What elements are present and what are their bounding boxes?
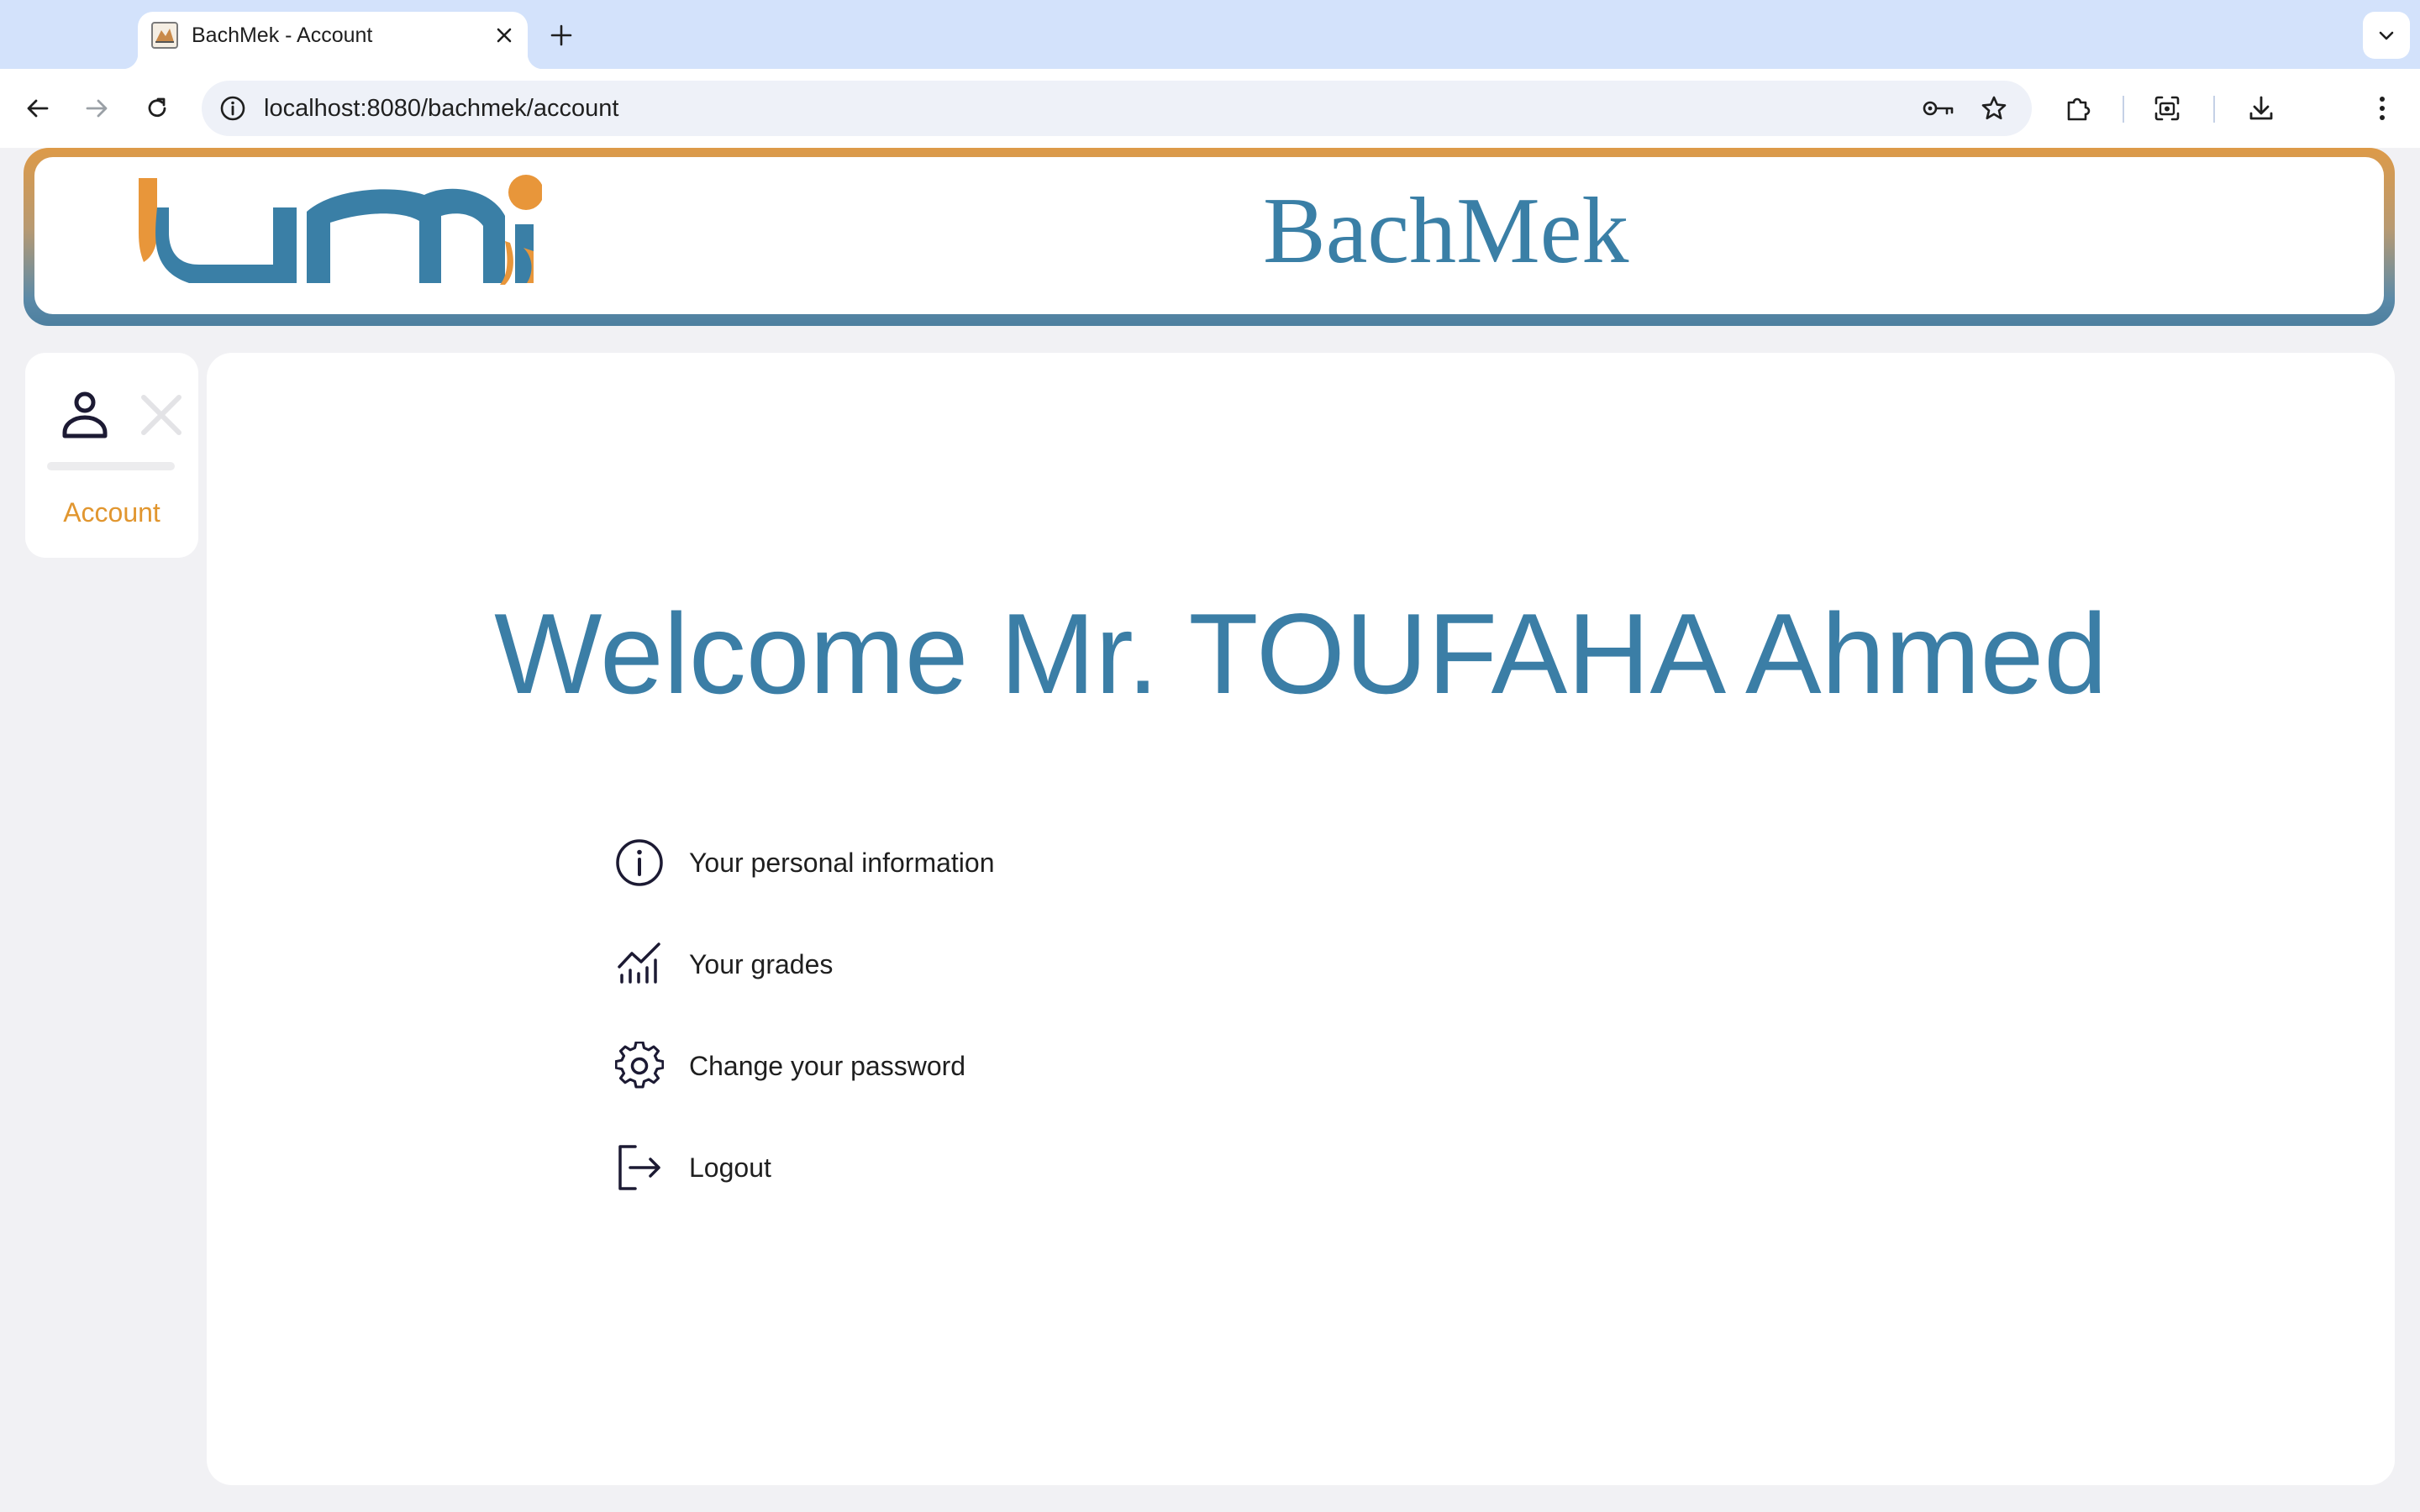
logout-icon (613, 1142, 666, 1194)
toolbar-divider (2123, 96, 2124, 123)
menu-label: Change your password (689, 1050, 966, 1081)
menu-label: Logout (689, 1152, 771, 1183)
extensions-icon[interactable] (2057, 87, 2099, 129)
gear-icon (613, 1040, 666, 1092)
reload-icon[interactable] (136, 87, 178, 129)
menu-item-personal-information[interactable]: Your personal information (613, 833, 994, 892)
browser-tab[interactable]: BachMek - Account (123, 12, 543, 69)
new-tab-icon[interactable] (544, 18, 578, 52)
header-banner: BachMek (24, 148, 2395, 326)
address-bar[interactable]: localhost:8080/bachmek/account (202, 81, 2032, 136)
menu-item-logout[interactable]: Logout (613, 1138, 771, 1197)
favicon-icon (151, 22, 178, 49)
sidebar-item-account[interactable]: Account (25, 497, 198, 528)
password-key-icon[interactable] (1919, 89, 1958, 128)
sidebar-active-indicator (47, 462, 175, 470)
forward-icon[interactable] (76, 87, 118, 129)
download-icon[interactable] (2240, 87, 2282, 129)
browser-tabstrip: BachMek - Account (0, 0, 2420, 69)
close-tab-icon[interactable] (489, 20, 519, 50)
info-icon (613, 837, 666, 889)
umi-logo (139, 175, 542, 285)
screenshot-icon[interactable] (2146, 87, 2188, 129)
user-icon[interactable] (55, 385, 114, 444)
site-info-icon[interactable] (213, 89, 252, 128)
page-body: BachMek Account Welcome Mr. TOUFAHA Ahme… (0, 148, 2420, 1512)
menu-item-grades[interactable]: Your grades (613, 935, 833, 994)
menu-item-change-password[interactable]: Change your password (613, 1037, 965, 1095)
url-text[interactable]: localhost:8080/bachmek/account (264, 95, 618, 123)
site-title: BachMek (1263, 179, 1629, 283)
toolbar-divider (2213, 96, 2215, 123)
welcome-heading: Welcome Mr. TOUFAHA Ahmed (494, 590, 2107, 717)
menu-label: Your grades (689, 948, 834, 979)
chart-icon (613, 938, 666, 990)
more-menu-icon[interactable] (2361, 87, 2403, 129)
tab-search-icon[interactable] (2363, 12, 2410, 59)
tab-title: BachMek - Account (192, 24, 373, 47)
header-inner: BachMek (34, 157, 2384, 314)
back-icon[interactable] (17, 87, 59, 129)
bookmark-star-icon[interactable] (1975, 89, 2013, 128)
close-sidebar-icon[interactable] (134, 388, 188, 442)
sidebar: Account (25, 353, 198, 558)
main-content: Welcome Mr. TOUFAHA Ahmed Your personal … (207, 353, 2395, 1485)
browser-toolbar: localhost:8080/bachmek/account (0, 69, 2420, 148)
menu-label: Your personal information (689, 847, 995, 878)
